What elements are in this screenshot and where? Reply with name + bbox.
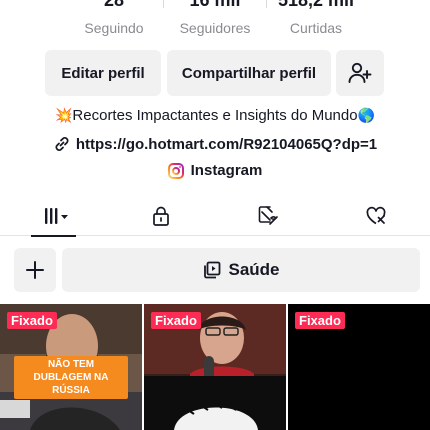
following-label: Seguindo: [84, 20, 144, 36]
tab-videos[interactable]: [31, 196, 76, 237]
lock-icon: [153, 206, 169, 226]
pinned-badge: Fixado: [295, 312, 345, 329]
active-tab-indicator: [31, 235, 76, 237]
followers-label: Seguidores: [179, 20, 251, 36]
pinned-badge: Fixado: [7, 312, 57, 329]
bio-link[interactable]: https://go.hotmart.com/R92104065Q?dp=1: [0, 135, 430, 153]
pinned-badge: Fixado: [151, 312, 201, 329]
hidden-icon: [258, 206, 278, 225]
video-thumbnail[interactable]: Fixado: [144, 304, 286, 430]
grid-icon: [44, 208, 68, 224]
likes-label: Curtidas: [289, 20, 343, 36]
profile-stats: 28 Seguindo 16 mil Seguidores 518,2 mil …: [0, 0, 430, 38]
instagram-link[interactable]: Instagram: [0, 162, 430, 179]
share-profile-button[interactable]: Compartilhar perfil: [167, 50, 331, 96]
explosion-emoji: 💥: [54, 107, 73, 123]
followers-count: 16 mil: [189, 0, 241, 10]
profile-bio: 💥Recortes Impactantes e Insights do Mund…: [0, 107, 430, 124]
bio-text: Recortes Impactantes e Insights do Mundo: [72, 107, 358, 124]
following-count: 28: [103, 0, 125, 10]
add-user-icon: [348, 62, 372, 83]
tab-liked[interactable]: [346, 196, 406, 236]
instagram-label[interactable]: Instagram: [191, 162, 263, 179]
likes-stat[interactable]: 518,2 mil Curtidas: [266, 0, 366, 38]
add-friend-button[interactable]: [336, 50, 384, 96]
collection-row: Saúde: [0, 248, 430, 292]
playlist-icon: [204, 261, 221, 279]
followers-stat[interactable]: 16 mil Seguidores: [165, 0, 265, 38]
video-caption: NÃO TEM DUBLAGEM NA RÚSSIA: [14, 356, 128, 399]
instagram-icon: [167, 162, 184, 179]
collection-chip-saude[interactable]: Saúde: [62, 248, 420, 292]
following-stat[interactable]: 28 Seguindo: [64, 0, 164, 38]
bio-link-url[interactable]: https://go.hotmart.com/R92104065Q?dp=1: [76, 136, 377, 153]
likes-count: 518,2 mil: [277, 0, 355, 10]
plus-icon: [26, 261, 44, 279]
tab-reposts[interactable]: [238, 196, 298, 236]
stat-divider: [163, 0, 164, 8]
edit-profile-button[interactable]: Editar perfil: [45, 50, 161, 96]
video-thumbnail[interactable]: Fixado NÃO TEM DUBLAGEM NA RÚSSIA: [0, 304, 142, 430]
video-grid: Fixado NÃO TEM DUBLAGEM NA RÚSSIA Fixado…: [0, 304, 430, 430]
liked-icon: [366, 206, 386, 225]
add-collection-button[interactable]: [14, 248, 56, 292]
profile-tabs: [0, 196, 430, 237]
link-icon: [55, 136, 69, 152]
tab-private[interactable]: [131, 196, 191, 236]
collection-label: Saúde: [228, 260, 280, 279]
video-thumbnail[interactable]: Fixado: [288, 304, 430, 430]
globe-emoji: 🌎: [357, 107, 376, 123]
